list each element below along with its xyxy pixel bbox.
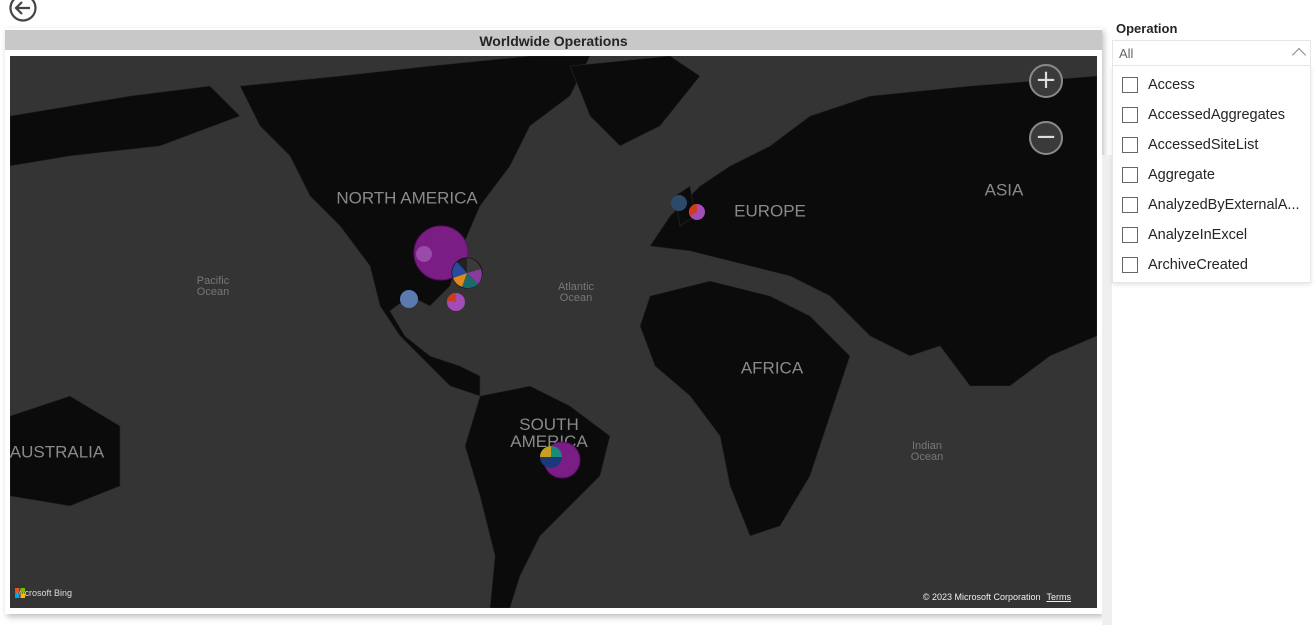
- zoom-in-button[interactable]: +: [1029, 64, 1063, 98]
- checkbox[interactable]: [1122, 167, 1138, 183]
- slicer-item[interactable]: AccessedAggregates: [1113, 100, 1310, 130]
- copyright-text: © 2023 Microsoft Corporation: [922, 592, 1041, 602]
- pie-europe-west[interactable]: [688, 203, 705, 220]
- slicer-item[interactable]: AnalyzedByExternalA...: [1113, 190, 1310, 220]
- checkbox[interactable]: [1122, 197, 1138, 213]
- slicer-item[interactable]: AnalyzeInExcel: [1113, 220, 1310, 250]
- item-label: ArchiveCreated: [1148, 257, 1248, 273]
- slicer-item[interactable]: Access: [1113, 70, 1310, 100]
- checkbox[interactable]: [1122, 77, 1138, 93]
- item-label: AccessedAggregates: [1148, 107, 1286, 123]
- slicer-item[interactable]: Aggregate: [1113, 160, 1310, 190]
- back-arrow-icon[interactable]: [9, 0, 37, 22]
- checkbox[interactable]: [1122, 257, 1138, 273]
- checkbox[interactable]: [1122, 107, 1138, 123]
- bubble-texas[interactable]: [400, 290, 418, 308]
- world-map[interactable]: NORTH AMERICA EUROPE ASIA AFRICA SOUTH A…: [10, 56, 1097, 608]
- item-label: AnalyzedByExternalA...: [1148, 197, 1300, 213]
- zoom-out-button[interactable]: −: [1029, 121, 1063, 155]
- pie-us-southeast[interactable]: [451, 257, 483, 289]
- slicer-selected: All: [1119, 46, 1134, 61]
- pie-florida[interactable]: [447, 292, 465, 311]
- item-label: AnalyzeInExcel: [1148, 227, 1248, 243]
- slicer-item[interactable]: ArchiveCreated: [1113, 250, 1310, 280]
- slicer-title: Operation: [1116, 21, 1178, 36]
- checkbox[interactable]: [1122, 227, 1138, 243]
- checkbox[interactable]: [1122, 137, 1138, 153]
- operation-slicer: Operation All Access AccessedAggregates …: [1112, 18, 1311, 283]
- bing-attribution: Microsoft Bing: [15, 588, 72, 598]
- slicer-item[interactable]: AccessedSiteList: [1113, 130, 1310, 160]
- terms-link[interactable]: Terms: [1047, 592, 1072, 602]
- slicer-dropdown[interactable]: All: [1112, 40, 1311, 66]
- slicer-list: Access AccessedAggregates AccessedSiteLi…: [1112, 66, 1311, 283]
- item-label: Aggregate: [1148, 167, 1215, 183]
- map-visual: Worldwide Operations NORTH AMERICA EUROP…: [5, 28, 1102, 614]
- visual-title: Worldwide Operations: [5, 30, 1102, 50]
- item-label: Access: [1148, 77, 1195, 93]
- microsoft-logo-icon: [15, 588, 25, 598]
- page-scroll-strip: [1102, 155, 1112, 625]
- chevron-up-icon: [1291, 47, 1307, 63]
- pie-brazil[interactable]: [540, 446, 562, 468]
- bubble-uk[interactable]: [671, 195, 687, 211]
- copyright: © 2023 Microsoft Corporation Terms: [923, 592, 1071, 602]
- bubble-layer: [400, 195, 705, 479]
- item-label: AccessedSiteList: [1148, 137, 1259, 153]
